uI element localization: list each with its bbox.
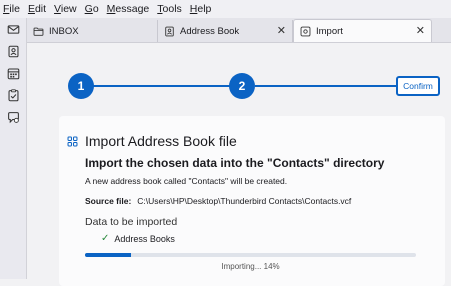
- import-progress-bar: [85, 253, 416, 257]
- menu-help[interactable]: Help: [186, 0, 216, 18]
- source-file-path: C:\Users\HP\Desktop\Thunderbird Contacts…: [137, 196, 352, 206]
- menu-bar: File Edit View Go Message Tools Help: [0, 0, 451, 18]
- step-1-indicator: 1: [68, 73, 94, 99]
- menu-go-accel: G: [84, 3, 93, 15]
- chat-space-button[interactable]: [0, 106, 26, 128]
- progress-label: Importing... 14%: [221, 262, 280, 271]
- menu-edit[interactable]: Edit: [24, 0, 50, 18]
- tab-import-label: Import: [316, 25, 343, 37]
- import-note: A new address book called "Contacts" wil…: [85, 176, 288, 186]
- import-item: ✓ Address Books: [101, 233, 175, 244]
- tab-inbox-label: INBOX: [49, 25, 79, 37]
- menu-message-label: essage: [115, 3, 150, 15]
- step-2-indicator: 2: [229, 73, 255, 99]
- menu-view[interactable]: View: [50, 0, 81, 18]
- tab-inbox[interactable]: INBOX: [27, 20, 158, 42]
- folder-icon: [33, 27, 44, 36]
- import-page: 1 2 Confirm Import Address Book file Imp…: [27, 42, 451, 286]
- calendar-space-button[interactable]: [0, 62, 26, 84]
- spaces-toolbar: [0, 18, 27, 279]
- tasks-icon: [8, 88, 18, 101]
- menu-go[interactable]: Go: [81, 0, 103, 18]
- tasks-space-button[interactable]: [0, 84, 26, 106]
- grid-icon: [67, 136, 78, 146]
- menu-go-label: o: [92, 3, 99, 15]
- menu-tools[interactable]: Tools: [153, 0, 186, 18]
- tab-import[interactable]: Import ✕: [293, 19, 432, 42]
- card-title: Import Address Book file: [85, 133, 237, 149]
- import-item-label: Address Books: [114, 233, 175, 244]
- step-confirm-indicator: Confirm: [396, 76, 440, 96]
- menu-view-label: iew: [60, 3, 77, 15]
- menu-tools-label: ools: [162, 3, 182, 15]
- address-book-icon: [165, 26, 174, 36]
- tab-address-book[interactable]: Address Book ✕: [158, 20, 293, 42]
- chat-icon: [7, 111, 19, 123]
- step-connector: [255, 85, 397, 87]
- mail-space-button[interactable]: [0, 18, 26, 40]
- progress-fill: [85, 253, 132, 257]
- import-card: Import Address Book file Import the chos…: [59, 116, 445, 286]
- address-book-icon: [8, 45, 18, 57]
- menu-edit-accel: E: [27, 3, 35, 15]
- close-icon[interactable]: ✕: [277, 24, 286, 37]
- checkmark-icon: ✓: [101, 233, 110, 244]
- menu-help-label: elp: [197, 3, 212, 15]
- menu-edit-label: dit: [34, 3, 47, 15]
- envelope-icon: [7, 24, 19, 34]
- calendar-icon: [7, 68, 19, 79]
- tab-bar: INBOX Address Book ✕ Import ✕: [27, 18, 451, 42]
- close-icon[interactable]: ✕: [416, 24, 425, 37]
- address-book-space-button[interactable]: [0, 40, 26, 62]
- card-header: Import Address Book file: [67, 133, 237, 149]
- import-heading: Import the chosen data into the "Contact…: [85, 156, 385, 170]
- tab-address-book-label: Address Book: [180, 25, 240, 37]
- step-connector: [87, 85, 247, 87]
- settings-icon: [300, 26, 311, 36]
- menu-message[interactable]: Message: [103, 0, 154, 18]
- source-file-label: Source file:: [85, 196, 132, 206]
- data-section-title: Data to be imported: [85, 216, 178, 228]
- menu-file[interactable]: File: [0, 0, 24, 18]
- menu-file-label: ile: [9, 3, 20, 15]
- menu-view-accel: V: [54, 3, 61, 15]
- source-file-row: Source file: C:\Users\HP\Desktop\Thunderb…: [85, 196, 351, 206]
